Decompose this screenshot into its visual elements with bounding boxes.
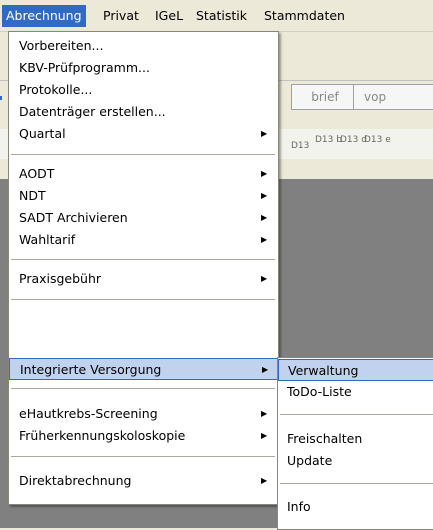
- submenu-item-todo-liste[interactable]: ToDo-Liste: [278, 381, 433, 403]
- submenu-arrow-icon: ▶: [262, 365, 269, 374]
- menu-item-label: Wahltarif: [19, 232, 76, 247]
- menu-item-kbv-pruefprogramm[interactable]: KBV-Prüfprogramm...: [9, 57, 278, 79]
- menu-stammdaten[interactable]: Stammdaten: [260, 5, 349, 27]
- menu-igel[interactable]: IGeL: [151, 5, 187, 27]
- menu-item-direktabrechnung[interactable]: Direktabrechnung ▶: [9, 470, 278, 492]
- menu-separator: [11, 154, 275, 155]
- submenu-arrow-icon: ▶: [261, 431, 268, 440]
- submenu-item-update[interactable]: Update: [278, 450, 433, 472]
- menu-item-label: Quartal: [19, 126, 66, 141]
- menu-item-label: Früherkennungskoloskopie: [19, 428, 186, 443]
- submenu-item-label: Freischalten: [287, 431, 363, 446]
- menu-item-label: Praxisgebühr: [19, 271, 102, 286]
- menu-item-frueherkennungskoloskopie[interactable]: Früherkennungskoloskopie ▶: [9, 425, 278, 447]
- menu-abrechnung[interactable]: Abrechnung: [2, 5, 86, 27]
- menu-item-datentraeger[interactable]: Datenträger erstellen...: [9, 101, 278, 123]
- menu-item-ndt[interactable]: NDT ▶: [9, 185, 278, 207]
- menu-item-label: AODT: [19, 166, 55, 181]
- menu-separator: [11, 456, 275, 457]
- menubar: Abrechnung Privat IGeL Statistik Stammda…: [0, 0, 433, 32]
- submenu-item-label: ToDo-Liste: [287, 384, 352, 399]
- integrierte-versorgung-submenu: Verwaltung ToDo-Liste Freischalten Updat…: [277, 357, 433, 530]
- submenu-arrow-icon: ▶: [261, 476, 268, 485]
- submenu-arrow-icon: ▶: [261, 191, 268, 200]
- submenu-arrow-icon: ▶: [261, 274, 268, 283]
- submenu-item-info[interactable]: Info: [278, 496, 433, 518]
- menu-item-label: eHautkrebs-Screening: [19, 406, 158, 421]
- menu-item-vorbereiten[interactable]: Vorbereiten...: [9, 35, 278, 57]
- menu-privat[interactable]: Privat: [99, 5, 143, 27]
- submenu-item-freischalten[interactable]: Freischalten: [278, 428, 433, 450]
- submenu-item-label: Info: [287, 499, 311, 514]
- menu-item-ehautkrebs-screening[interactable]: eHautkrebs-Screening ▶: [9, 403, 278, 425]
- left-edge-marker: [0, 96, 2, 100]
- tab-vop[interactable]: vop: [353, 84, 433, 110]
- submenu-item-label: Verwaltung: [288, 363, 359, 378]
- menu-item-sadt-archivieren[interactable]: SADT Archivieren ▶: [9, 207, 278, 229]
- dental-label: D13 d: [340, 135, 367, 145]
- submenu-separator: [280, 414, 433, 415]
- dental-label: D13: [291, 141, 310, 151]
- menu-item-aodt[interactable]: AODT ▶: [9, 163, 278, 185]
- menu-item-praxisgebuehr[interactable]: Praxisgebühr ▶: [9, 268, 278, 290]
- menu-item-wahltarif[interactable]: Wahltarif ▶: [9, 229, 278, 251]
- menu-item-label: Integrierte Versorgung: [20, 362, 162, 377]
- abrechnung-dropdown: Vorbereiten... KBV-Prüfprogramm... Proto…: [8, 31, 279, 505]
- menu-item-protokolle[interactable]: Protokolle...: [9, 79, 278, 101]
- menu-statistik[interactable]: Statistik: [192, 5, 251, 27]
- submenu-arrow-icon: ▶: [261, 169, 268, 178]
- submenu-item-verwaltung[interactable]: Verwaltung: [278, 359, 433, 381]
- dental-label: D13 e: [364, 135, 391, 145]
- menu-item-integrierte-versorgung[interactable]: Integrierte Versorgung ▶: [9, 358, 278, 380]
- menu-item-label: SADT Archivieren: [19, 210, 128, 225]
- menu-item-quartal[interactable]: Quartal ▶: [9, 123, 278, 145]
- menu-item-label: Protokolle...: [19, 82, 93, 97]
- submenu-arrow-icon: ▶: [261, 213, 268, 222]
- menu-item-label: KBV-Prüfprogramm...: [19, 60, 150, 75]
- menu-item-label: Vorbereiten...: [19, 38, 104, 53]
- menu-item-label: Datenträger erstellen...: [19, 104, 166, 119]
- submenu-arrow-icon: ▶: [261, 409, 268, 418]
- submenu-arrow-icon: ▶: [261, 235, 268, 244]
- submenu-item-label: Update: [287, 453, 333, 468]
- menu-separator: [11, 299, 275, 300]
- menu-item-label: Direktabrechnung: [19, 473, 132, 488]
- menu-separator: [11, 388, 275, 389]
- submenu-arrow-icon: ▶: [261, 129, 268, 138]
- menu-item-label: NDT: [19, 188, 46, 203]
- tab-brief[interactable]: brief: [291, 84, 359, 110]
- dental-label: D13 b: [315, 135, 342, 145]
- submenu-separator: [280, 483, 433, 484]
- menu-separator: [11, 259, 275, 260]
